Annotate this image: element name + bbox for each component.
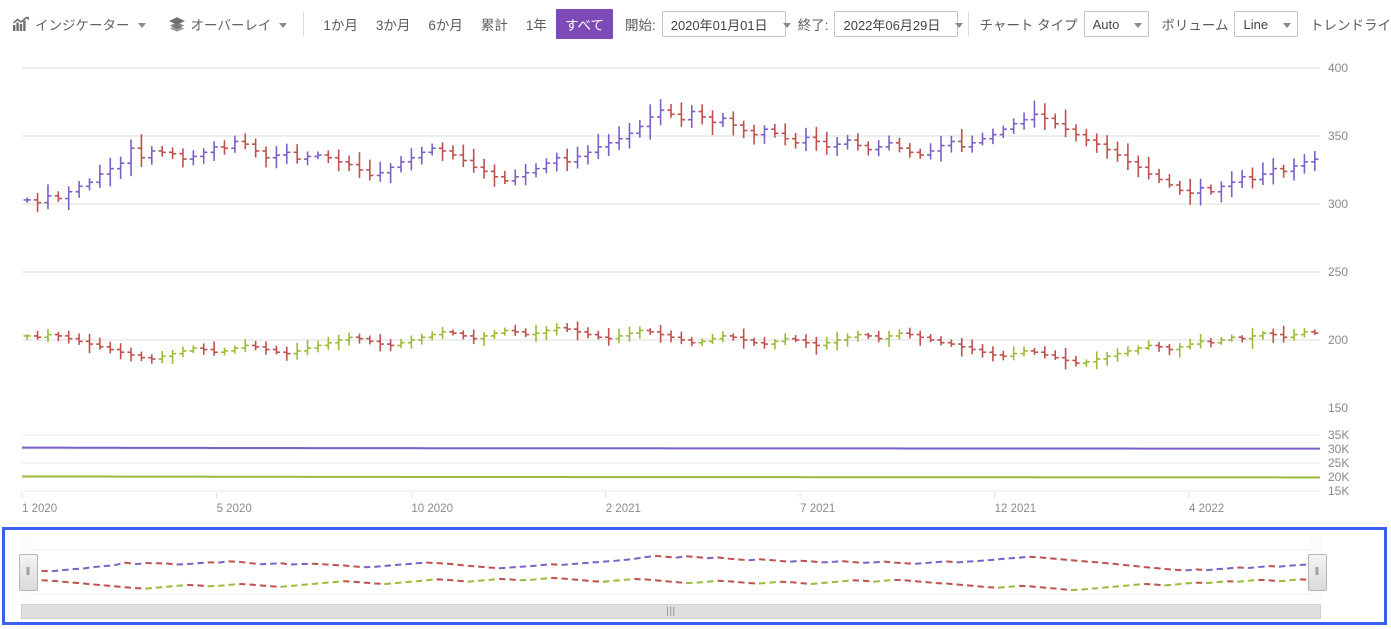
svg-text:4 2022: 4 2022 [1189, 503, 1224, 515]
volume-1 [21, 446, 1321, 450]
svg-text:250: 250 [1328, 265, 1348, 279]
layers-icon [168, 16, 186, 32]
scrollbar-grip: ||| [666, 605, 676, 617]
svg-text:30K: 30K [1328, 442, 1349, 456]
chevron-down-icon [955, 22, 964, 28]
svg-text:400: 400 [1328, 61, 1348, 75]
volume-label: ボリューム [1161, 18, 1229, 33]
range-button-3m[interactable]: 3か月 [367, 9, 420, 39]
toolbar-divider [303, 11, 305, 37]
chevron-down-icon [1134, 22, 1143, 28]
bar-chart-up-icon [12, 16, 30, 32]
svg-text:5 2020: 5 2020 [217, 503, 252, 515]
chart-type-label: チャート タイプ [979, 18, 1078, 33]
svg-text:10 2020: 10 2020 [411, 503, 453, 515]
svg-text:25K: 25K [1328, 456, 1349, 470]
svg-text:300: 300 [1328, 197, 1348, 211]
chevron-down-icon [279, 22, 288, 28]
svg-text:2 2021: 2 2021 [606, 503, 641, 515]
range-button-1m[interactable]: 1か月 [314, 9, 367, 39]
indicators-menu[interactable]: インジケーター [10, 10, 152, 38]
svg-text:15K: 15K [1328, 484, 1349, 498]
range-button-ytd[interactable]: 累計 [472, 9, 517, 39]
start-date-select[interactable]: 2020年01月01日 [661, 11, 791, 37]
toolbar-divider [968, 11, 970, 37]
end-date-select[interactable]: 2022年06月29日 [834, 11, 964, 37]
end-date-label: 終了: [797, 18, 829, 33]
svg-text:350: 350 [1328, 129, 1348, 143]
handle-grip: ‖ [25, 566, 32, 578]
overlays-menu[interactable]: オーバーレイ [166, 10, 294, 38]
chart-canvas: 400 350 300 250 200 150 35K30K25K20K15K 1 2020 5… [21, 61, 1349, 515]
svg-text:200: 200 [1328, 333, 1348, 347]
chart-toolbar: インジケーター オーバーレイ 1か月 3か月 6か月 累計 1年 すべて 開始:… [0, 0, 1391, 48]
navigator-scrollbar[interactable]: ||| [21, 604, 1321, 619]
svg-text:20K: 20K [1328, 470, 1349, 484]
navigator-handle-left[interactable]: ‖ [19, 554, 38, 591]
start-date-label: 開始: [624, 18, 656, 33]
range-button-1y[interactable]: 1年 [517, 9, 556, 39]
svg-text:1 2020: 1 2020 [22, 503, 57, 515]
series-1 [23, 99, 1319, 213]
volume-select[interactable]: Line [1234, 11, 1299, 37]
indicators-label: インジケーター [35, 18, 130, 33]
end-date-value: 2022年06月29日 [843, 17, 941, 33]
chevron-down-icon [1283, 22, 1292, 28]
handle-grip: ‖ [1314, 566, 1321, 578]
series-2 [23, 321, 1319, 370]
volume-2 [21, 475, 1321, 479]
chart-type-value: Auto [1092, 16, 1120, 32]
chevron-down-icon [137, 22, 146, 28]
trendline-label: トレンドライン [1310, 18, 1391, 33]
range-button-6m[interactable]: 6か月 [419, 9, 472, 39]
chevron-down-icon [782, 22, 791, 28]
chart-type-select[interactable]: Auto [1083, 11, 1150, 37]
volume-value: Line [1243, 16, 1269, 32]
start-date-value: 2020年01月01日 [670, 17, 768, 33]
range-button-group: 1か月 3か月 6か月 累計 1年 すべて [314, 9, 613, 39]
svg-text:150: 150 [1328, 401, 1348, 415]
svg-text:35K: 35K [1328, 428, 1349, 442]
svg-text:7 2021: 7 2021 [800, 503, 835, 515]
navigator-handle-right[interactable]: ‖ [1308, 554, 1327, 591]
svg-text:12 2021: 12 2021 [995, 503, 1037, 515]
chart-navigator[interactable]: ‖ ‖ ||| [2, 527, 1387, 625]
chart-plot-area[interactable]: 400 350 300 250 200 150 35K 30K 25K 20K 15K 1 2020 5… [0, 48, 1391, 525]
range-button-all[interactable]: すべて [555, 9, 613, 39]
overlays-label: オーバーレイ [190, 18, 272, 33]
